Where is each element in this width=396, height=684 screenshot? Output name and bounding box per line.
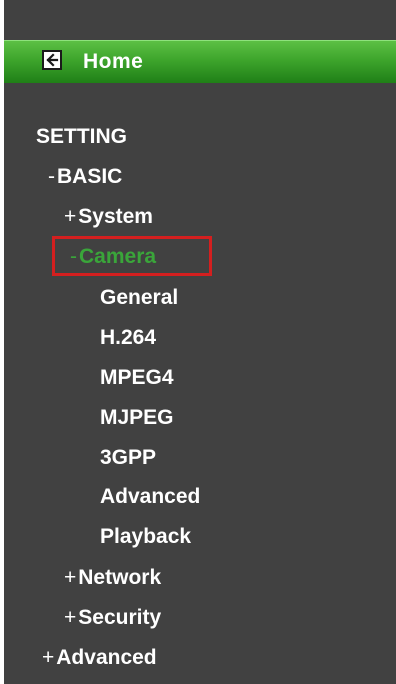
expand-toggle: + [42,646,55,669]
setting-heading: SETTING [36,125,127,149]
tree-item-security[interactable]: +Security [64,606,161,630]
tree-item-advanced-label: Advanced [56,646,157,669]
tree-item-mpeg4[interactable]: MPEG4 [100,366,174,390]
tree-item-mjpeg-label: MJPEG [100,406,174,429]
tree-item-advanced[interactable]: +Advanced [42,646,157,670]
home-link[interactable]: Home [4,40,396,83]
expand-toggle: + [64,205,77,228]
tree-item-mjpeg[interactable]: MJPEG [100,406,174,430]
tree-item-playback[interactable]: Playback [100,525,191,549]
setting-heading-label: SETTING [36,125,128,148]
back-arrow-icon[interactable] [42,50,62,70]
tree-item-network-label: Network [78,566,162,589]
tree-item-mpeg4-label: MPEG4 [100,366,174,389]
tree-item-basic[interactable]: -BASIC [48,165,122,189]
tree-item-camera[interactable]: -Camera [70,245,156,269]
home-label: Home [83,50,144,73]
expand-toggle: + [64,566,77,589]
tree-item-basic-label: BASIC [57,165,123,188]
tree-item-network[interactable]: +Network [64,566,161,590]
tree-item-system-label: System [78,205,153,228]
settings-sidebar: Home SETTING -BASIC +System -Camera Gene… [4,0,396,684]
tree-item-3gpp[interactable]: 3GPP [100,446,156,470]
tree-item-camera-label: Camera [79,245,157,268]
tree-item-general-label: General [100,286,179,309]
expand-toggle: + [64,606,77,629]
collapse-toggle: - [70,245,77,268]
tree-item-general[interactable]: General [100,286,178,310]
tree-item-system[interactable]: +System [64,205,153,229]
tree-item-h264-label: H.264 [100,326,157,349]
tree-item-security-label: Security [78,606,162,629]
tree-item-3gpp-label: 3GPP [100,446,157,469]
tree-item-h264[interactable]: H.264 [100,326,156,350]
tree-item-playback-label: Playback [100,525,192,548]
collapse-toggle: - [48,165,55,188]
tree-item-camera-advanced[interactable]: Advanced [100,485,200,509]
tree-item-camera-advanced-label: Advanced [100,485,201,508]
